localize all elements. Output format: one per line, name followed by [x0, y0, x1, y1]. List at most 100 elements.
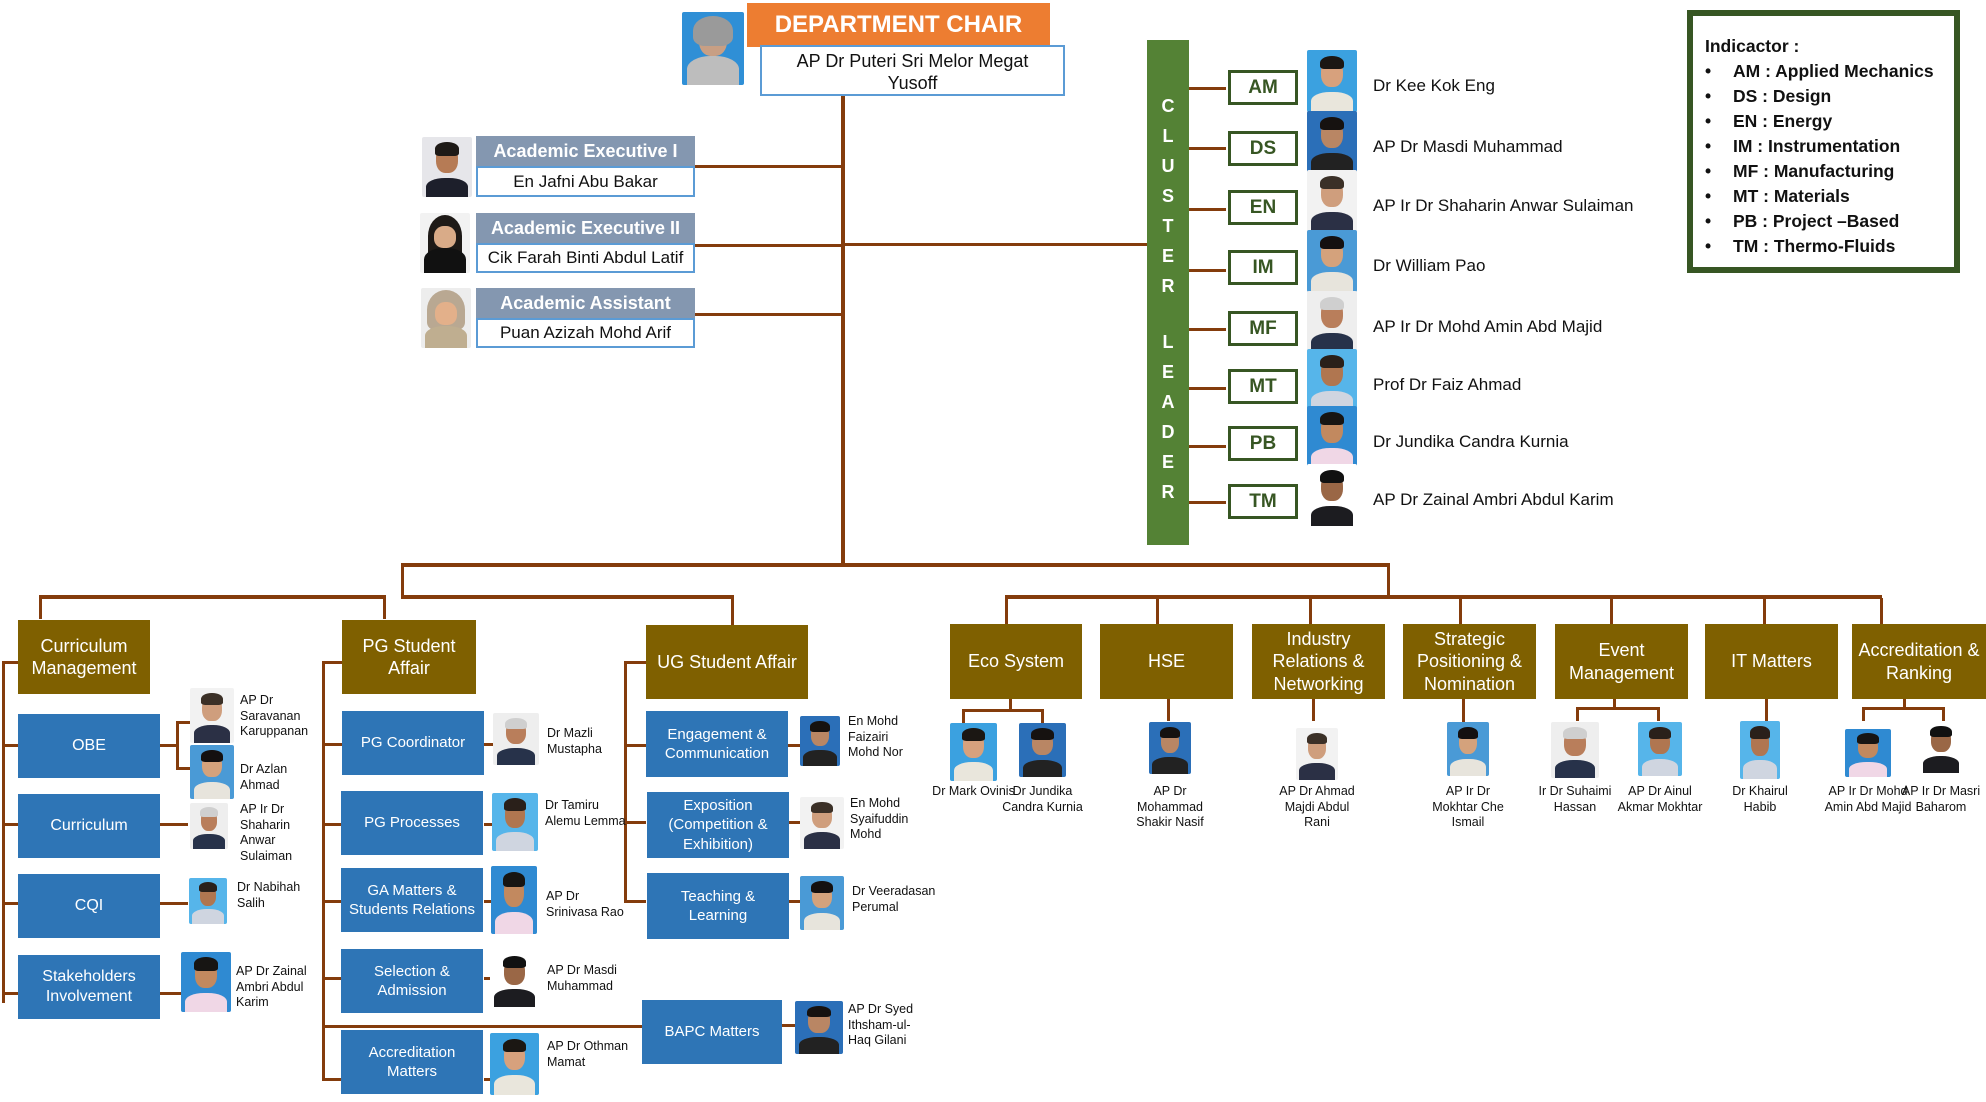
- cluster-code-box: PB: [1228, 426, 1298, 461]
- cluster-leader-name: AP Dr Zainal Ambri Abdul Karim: [1373, 490, 1614, 509]
- curriculum-rail: [2, 661, 5, 1003]
- pg-unit-box[interactable]: GA Matters & Students Relations: [341, 868, 483, 932]
- curriculum-unit-box[interactable]: OBE: [18, 714, 160, 778]
- person-photo: [1551, 722, 1599, 778]
- staff-name: Cik Farah Binti Abdul Latif: [476, 243, 695, 273]
- ug-unit-box[interactable]: Engagement & Communication: [646, 711, 788, 777]
- person-name: Dr Mazli Mustapha: [547, 726, 602, 756]
- committee-box[interactable]: Industry Relations & Networking: [1252, 624, 1385, 699]
- person-photo: [490, 1033, 539, 1095]
- indicator-item-text: MF : Manufacturing: [1733, 161, 1895, 181]
- person-photo: [493, 713, 539, 765]
- leader-link: [1186, 445, 1226, 448]
- person-photo: [1447, 722, 1489, 776]
- cluster-code-box: AM: [1228, 70, 1298, 105]
- leader-photo: [1307, 50, 1357, 112]
- indicator-item-text: IM : Instrumentation: [1733, 136, 1901, 156]
- cluster-letter: E: [1161, 452, 1174, 472]
- committee-link: [962, 709, 1042, 712]
- committee-link: [1312, 699, 1315, 721]
- committee-link: [1462, 699, 1465, 723]
- left-bus-line: [39, 595, 385, 599]
- person-name: AP Dr Ahmad Majdi Abdul Rani: [1279, 784, 1355, 830]
- bullet-icon: •: [1705, 136, 1712, 156]
- cluster-code-box: MF: [1228, 311, 1298, 346]
- staff-role: Academic Executive II: [476, 213, 695, 243]
- chair-name-line2: Yusoff: [887, 73, 938, 93]
- person-photo: [190, 803, 228, 849]
- rail-tick: [2, 992, 18, 995]
- person-photo: [492, 793, 538, 851]
- person-photo: [795, 1001, 843, 1054]
- ug-unit-box[interactable]: Teaching & Learning: [647, 873, 789, 939]
- bus-drop-line: [383, 595, 386, 619]
- cluster-branch-line: [843, 243, 1147, 246]
- committee-box[interactable]: Eco System: [950, 624, 1082, 699]
- committee-box[interactable]: Event Management: [1555, 624, 1688, 699]
- person-name: En Mohd Faizairi Mohd Nor: [848, 714, 903, 760]
- committee-box[interactable]: Strategic Positioning & Nomination: [1403, 624, 1536, 699]
- chair-photo: [682, 12, 744, 85]
- leader-photo: [1307, 111, 1357, 173]
- pg-unit-box[interactable]: PG Processes: [341, 791, 483, 855]
- indicator-item-text: EN : Energy: [1733, 111, 1833, 131]
- person-photo: [800, 797, 844, 849]
- person-photo: [1638, 722, 1682, 776]
- pg-student-affair-box[interactable]: PG Student Affair: [342, 620, 476, 694]
- person-photo: [1296, 728, 1338, 780]
- indicator-item-text: PB : Project –Based: [1733, 211, 1900, 231]
- leader-photo: [1307, 230, 1357, 292]
- ug-unit-box[interactable]: Exposition (Competition & Exhibition): [647, 792, 789, 858]
- rail-tick: [2, 744, 18, 747]
- rail-tick: [624, 661, 646, 664]
- indicator-item-text: AM : Applied Mechanics: [1733, 61, 1934, 81]
- committee-box[interactable]: IT Matters: [1705, 624, 1838, 699]
- committee-link: [1576, 707, 1579, 721]
- person-name: AP Dr Saravanan Karuppanan: [240, 693, 309, 739]
- person-name: AP Dr Ainul Akmar Mokhtar: [1617, 784, 1703, 814]
- person-photo: [1149, 722, 1191, 774]
- pg-unit-box[interactable]: Selection & Admission: [341, 949, 483, 1013]
- cluster-letter: C: [1161, 96, 1175, 116]
- pg-unit-box[interactable]: BAPC Matters: [642, 1000, 782, 1064]
- person-photo: [800, 876, 844, 930]
- person-name: Dr Azlan Ahmad: [240, 762, 288, 792]
- committee-link: [1657, 707, 1660, 721]
- cluster-code-box: EN: [1228, 190, 1298, 225]
- staff-branch-line: [695, 313, 843, 316]
- bullet-icon: •: [1705, 236, 1712, 256]
- committee-link: [1041, 709, 1044, 723]
- bullet-icon: •: [1705, 211, 1712, 231]
- cluster-leader-name: AP Ir Dr Mohd Amin Abd Majid: [1373, 317, 1603, 336]
- staff-role: Academic Assistant: [476, 288, 695, 318]
- committee-box[interactable]: Accreditation & Ranking: [1852, 624, 1986, 699]
- bus-drop-line: [1309, 598, 1312, 625]
- person-name: AP Dr Srinivasa Rao: [546, 889, 624, 919]
- chair-name-box: AP Dr Puteri Sri Melor Megat Yusoff: [760, 45, 1065, 96]
- cluster-letter: R: [1161, 482, 1175, 502]
- bullet-icon: •: [1705, 186, 1712, 206]
- bullet-icon: •: [1705, 86, 1712, 106]
- cluster-letter: R: [1161, 276, 1175, 296]
- committee-box[interactable]: HSE: [1100, 624, 1233, 699]
- leader-link: [1186, 328, 1226, 331]
- cluster-code-box: DS: [1228, 131, 1298, 166]
- ug-student-affair-box[interactable]: UG Student Affair: [646, 625, 808, 699]
- pg-unit-box[interactable]: PG Coordinator: [342, 711, 484, 775]
- cluster-leader-name: AP Ir Dr Shaharin Anwar Sulaiman: [1373, 196, 1634, 215]
- pg-unit-box[interactable]: Accreditation Matters: [341, 1030, 483, 1094]
- curriculum-unit-box[interactable]: Stakeholders Involvement: [18, 955, 160, 1019]
- cluster-leader-name: AP Dr Masdi Muhammad: [1373, 137, 1563, 156]
- indicator-legend: Indicactor : • AM : Applied Mechanics • DS …: [1687, 10, 1960, 273]
- curriculum-unit-box[interactable]: CQI: [18, 874, 160, 938]
- person-name: Dr Nabihah Salih: [237, 880, 301, 910]
- rail-tick: [322, 743, 342, 746]
- person-name: En Mohd Syaifuddin Mohd: [850, 796, 909, 842]
- cluster-letter: S: [1161, 186, 1174, 206]
- leader-link: [1186, 147, 1226, 150]
- curriculum-unit-box[interactable]: Curriculum: [18, 794, 160, 858]
- curriculum-management-box[interactable]: Curriculum Management: [18, 620, 150, 694]
- person-name: AP Dr Zainal Ambri Abdul Karim: [236, 964, 307, 1010]
- cluster-leader-name: Dr Jundika Candra Kurnia: [1373, 432, 1569, 451]
- person-photo: [189, 878, 227, 924]
